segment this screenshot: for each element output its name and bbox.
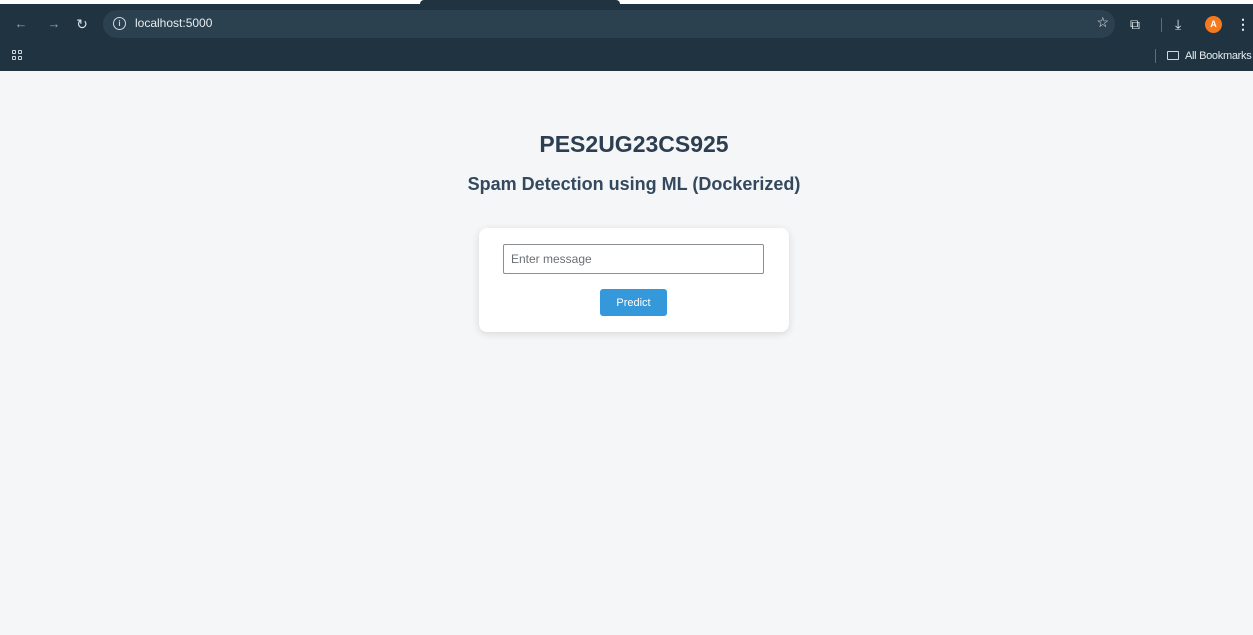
page-title: PES2UG23CS925 <box>539 131 729 157</box>
message-input[interactable] <box>503 244 764 274</box>
forward-icon[interactable]: → <box>42 12 66 36</box>
download-icon[interactable]: ⤓ <box>1175 14 1181 34</box>
page-subtitle: Spam Detection using ML (Dockerized) <box>467 174 801 194</box>
extensions-icon[interactable]: ⧉ <box>1130 14 1140 34</box>
predict-button[interactable]: Predict <box>600 289 667 316</box>
browser-toolbar: ← → ↻ i localhost:5000 ☆ ⧉ ⤓ A ⋮ <box>0 4 1253 44</box>
menu-icon[interactable]: ⋮ <box>1236 14 1250 34</box>
folder-icon[interactable] <box>1167 51 1179 60</box>
browser-chrome: ← → ↻ i localhost:5000 ☆ ⧉ ⤓ A ⋮ All Boo… <box>0 0 1253 71</box>
apps-icon[interactable] <box>12 50 24 62</box>
page-content: PES2UG23CS925 Spam Detection using ML (D… <box>0 71 1253 635</box>
star-icon[interactable]: ☆ <box>1096 14 1109 31</box>
back-icon[interactable]: ← <box>9 12 33 36</box>
prediction-form-card: Predict <box>479 228 789 332</box>
url-text[interactable]: localhost:5000 <box>135 16 212 30</box>
toolbar-divider <box>1161 18 1162 32</box>
bookmarks-bar: All Bookmarks <box>0 44 1253 71</box>
bookmarks-divider <box>1155 49 1156 63</box>
reload-icon[interactable]: ↻ <box>70 12 94 36</box>
address-bar[interactable]: i localhost:5000 ☆ <box>103 10 1115 38</box>
info-icon[interactable]: i <box>113 17 126 30</box>
all-bookmarks-link[interactable]: All Bookmarks <box>1185 50 1252 62</box>
avatar[interactable]: A <box>1205 16 1222 33</box>
